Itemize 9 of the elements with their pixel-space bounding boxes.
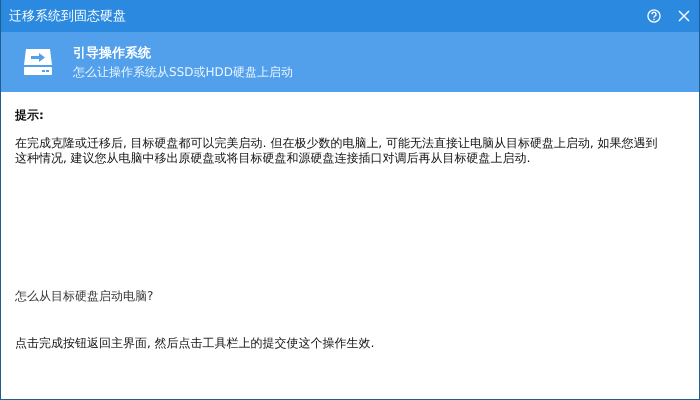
header-subtitle: 怎么让操作系统从SSD或HDD硬盘上启动: [73, 64, 293, 80]
tip-heading: 提示:: [15, 107, 45, 124]
tip-text: 在完成克隆或迁移后, 目标硬盘都可以完美启动. 但在极少数的电脑上, 可能无法直接让电脑从目标硬盘上启动, 如果您遇到这种情况, 建议您从电脑中移出原硬盘或将目标硬盘和源硬盘连接插口对调后再从目标硬盘上启动.: [15, 136, 659, 166]
answer-text: 点击完成按钮返回主界面, 然后点击工具栏上的提交使这个操作生效.: [15, 335, 376, 352]
window-title: 迁移系统到固态硬盘: [9, 8, 127, 25]
help-button[interactable]: [645, 7, 663, 25]
question-text: 怎么从目标硬盘启动电脑?: [15, 288, 154, 305]
header-title: 引导操作系统: [73, 44, 152, 62]
drive-icon: [23, 48, 53, 76]
